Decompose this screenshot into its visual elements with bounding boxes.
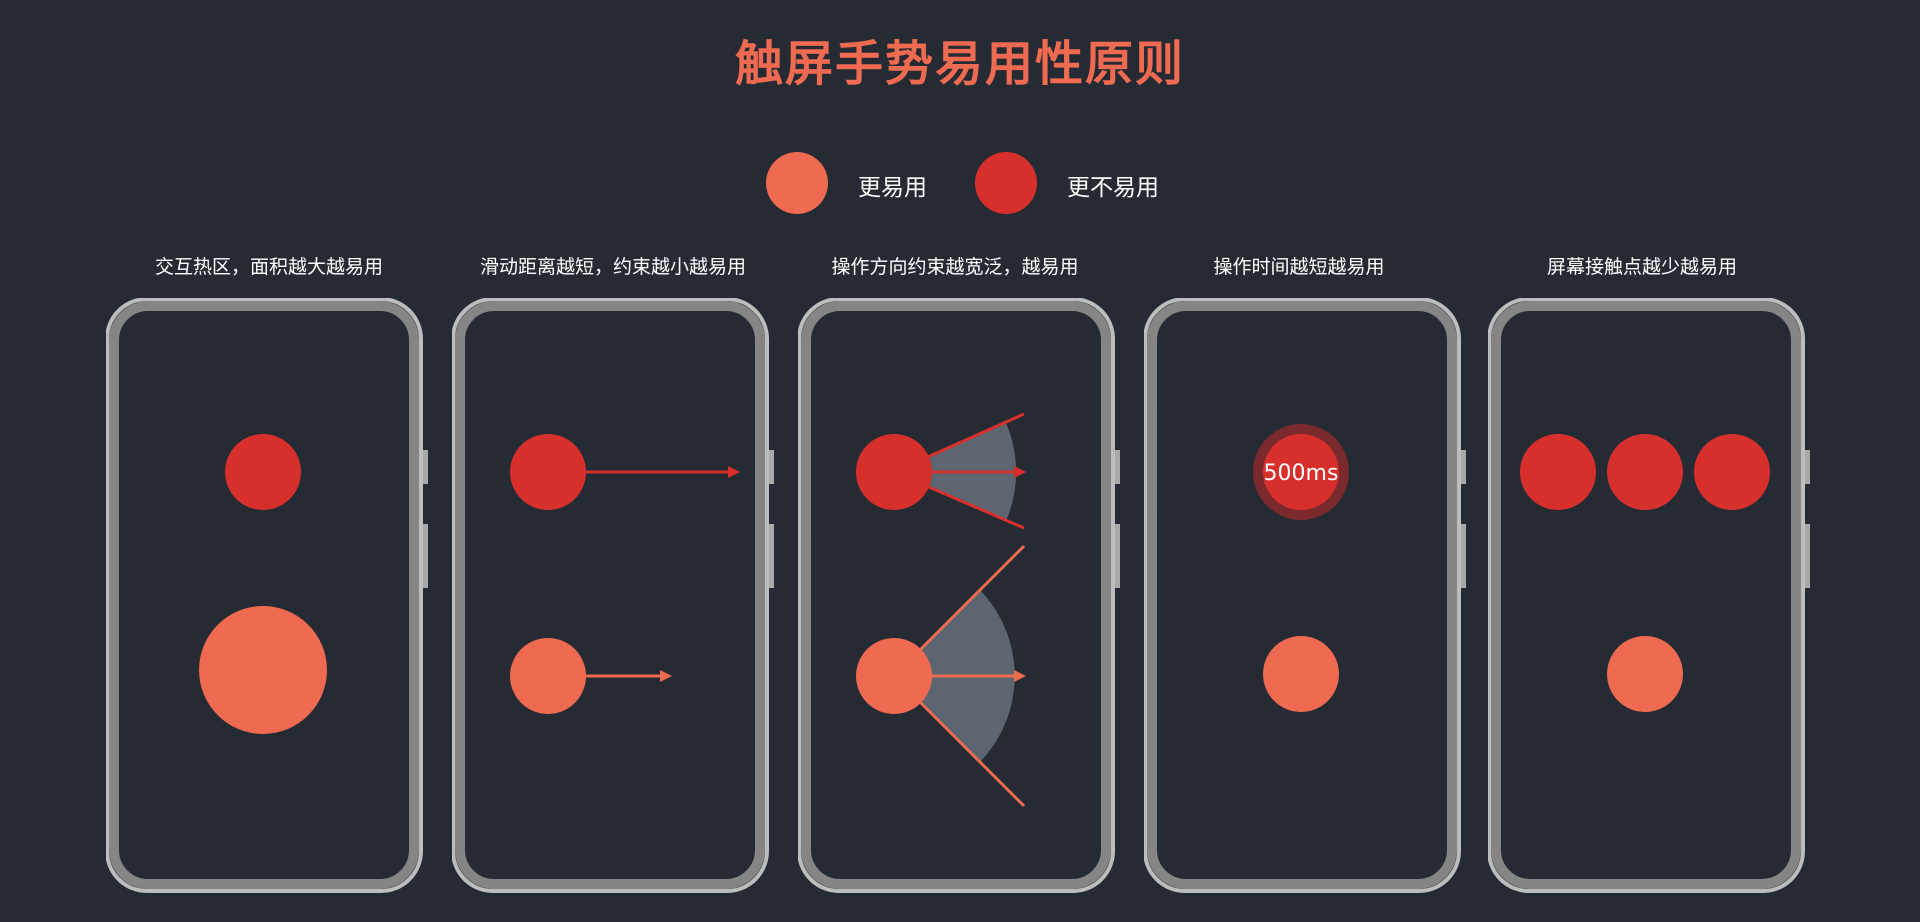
single-touch-point [1607,636,1683,712]
phone-frame [1144,298,1466,893]
phone-frame [798,298,1120,893]
phone-frame [452,298,774,893]
panel-1-caption: 交互热区，面积越大越易用 [154,256,383,278]
small-touch-target [225,434,301,510]
timer-label: 500ms [1264,461,1339,486]
legend: 更易用 更不易用 [0,152,1920,216]
phone-panel-1 [106,298,428,894]
phone-frame [106,298,428,893]
legend-easy-swatch [766,152,828,214]
phone-frame [1488,298,1810,893]
long-press-target: 500ms [1253,424,1349,520]
large-touch-target [199,606,327,734]
phone-panel-5 [1488,298,1810,894]
panel-4-caption: 操作时间越短越易用 [1213,256,1385,278]
multi-touch-points [1520,434,1770,510]
legend-hard-label: 更不易用 [1067,175,1159,201]
legend-easy-label: 更易用 [858,175,927,201]
legend-hard-swatch [975,152,1037,214]
page-title: 触屏手势易用性原则 [734,36,1185,92]
tap-target [1263,636,1339,712]
panel-2-caption: 滑动距离越短，约束越小越易用 [479,256,746,278]
phone-panel-4: 500ms [1144,298,1466,894]
phone-panel-3 [798,298,1120,894]
panel-5-caption: 屏幕接触点越少越易用 [1546,256,1737,278]
phone-panel-2 [452,298,774,894]
panel-3-caption: 操作方向约束越宽泛，越易用 [831,256,1079,278]
